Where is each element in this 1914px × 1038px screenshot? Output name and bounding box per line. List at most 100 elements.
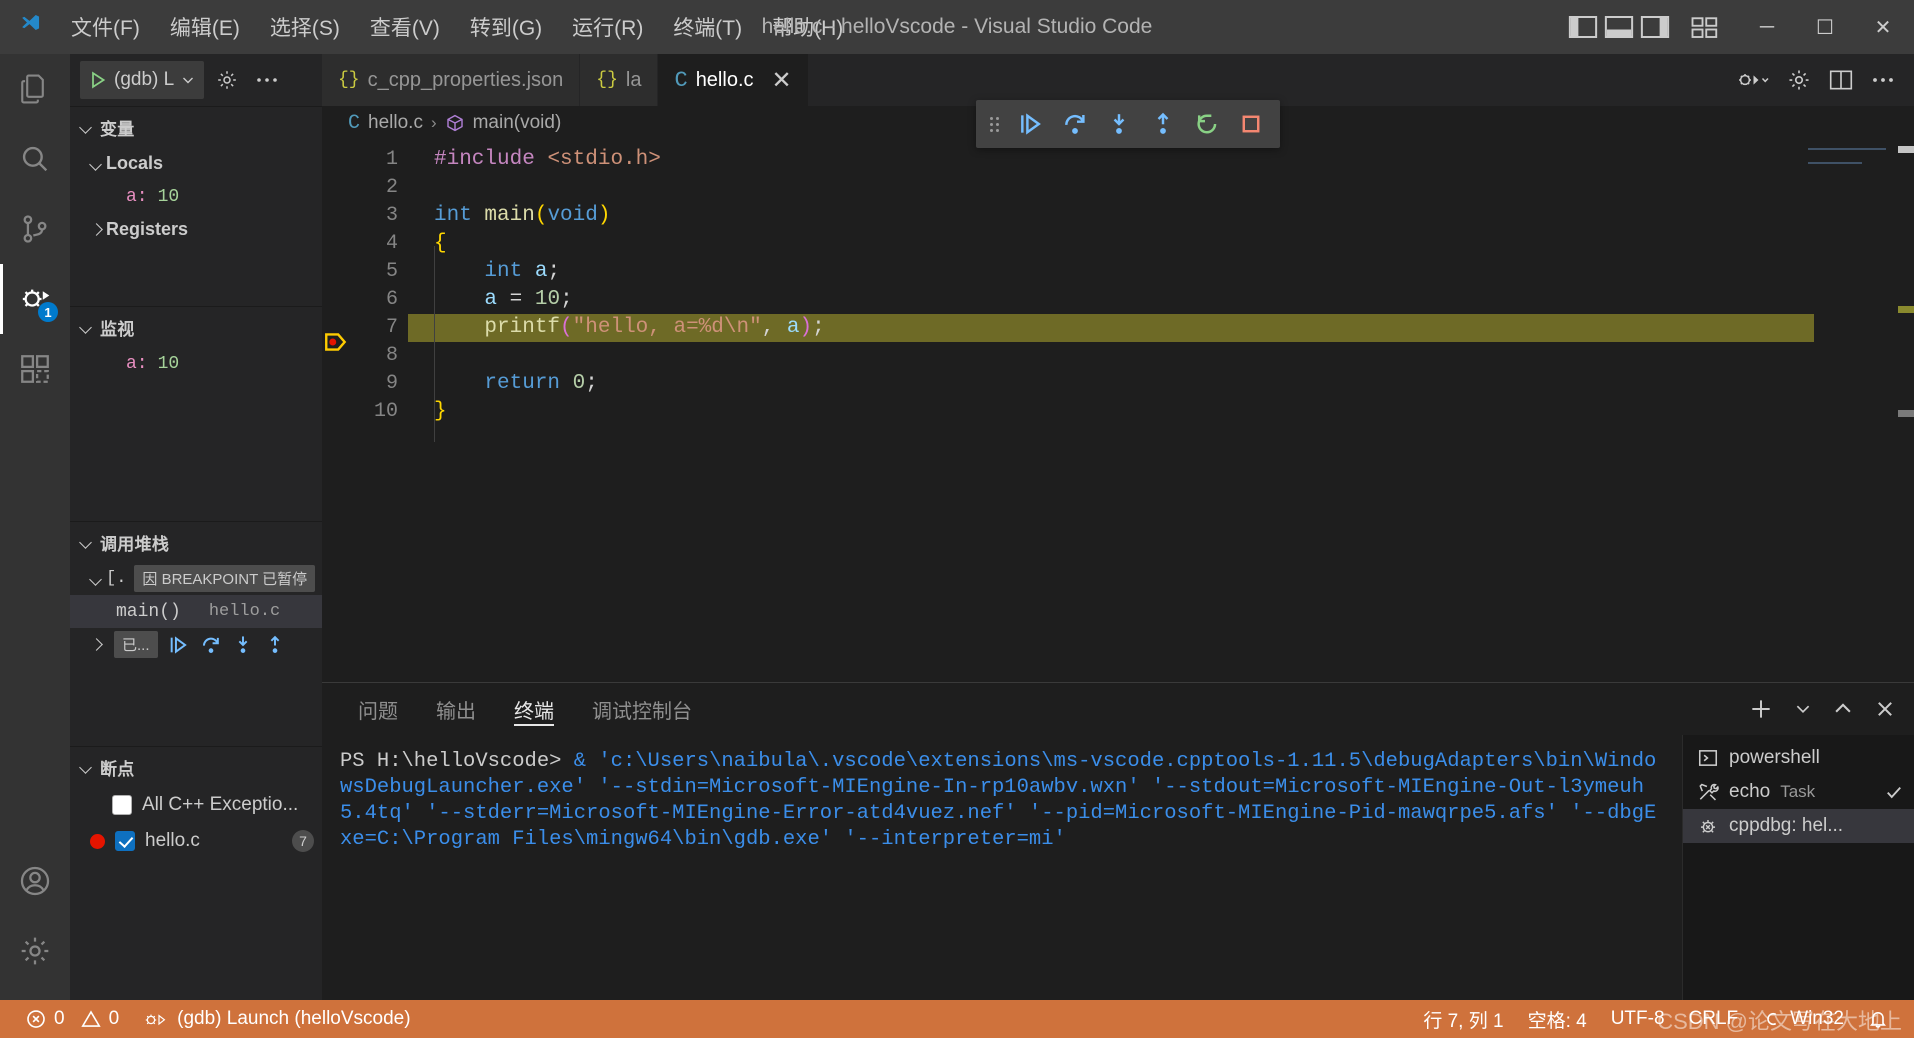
breakpoint-checkbox[interactable] [112, 795, 132, 815]
maximize-panel-icon[interactable] [1832, 698, 1854, 720]
drag-handle-icon[interactable] [990, 113, 1002, 135]
menu-view[interactable]: 查看(V) [355, 6, 455, 48]
watch-pane-header[interactable]: 监视 [70, 307, 322, 347]
close-icon[interactable]: ✕ [772, 66, 792, 95]
debug-more-actions-button[interactable] [250, 63, 284, 97]
terminal-item-echo[interactable]: echo Task [1683, 775, 1914, 809]
tab-hello-c[interactable]: C hello.c ✕ [658, 54, 809, 106]
customize-layout-icon[interactable] [1690, 14, 1720, 40]
callstack-pane-header[interactable]: 调用堆栈 [70, 522, 322, 562]
status-indentation[interactable]: 空格: 4 [1516, 1000, 1599, 1038]
watch-item[interactable]: a: 10 [70, 347, 322, 380]
breakpoints-pane-header[interactable]: 断点 [70, 747, 322, 787]
terminal-output[interactable]: PS H:\helloVscode> & 'c:\Users\naibula\.… [322, 735, 1682, 1000]
open-launch-json-button[interactable] [210, 63, 244, 97]
activity-search[interactable] [0, 124, 70, 194]
status-encoding[interactable]: UTF-8 [1599, 1000, 1677, 1038]
tab-debug-console[interactable]: 调试控制台 [592, 683, 692, 735]
panel-actions [1748, 696, 1914, 722]
terminal-item-cppdbg[interactable]: cppdbg: hel... [1683, 809, 1914, 843]
status-cursor-position[interactable]: 行 7, 列 1 [1411, 1000, 1515, 1038]
panel-tabs: 问题 输出 终端 调试控制台 [322, 683, 1914, 735]
editor-vertical-scrollbar[interactable] [1898, 140, 1914, 682]
menu-file[interactable]: 文件(F) [56, 6, 155, 48]
window-close-button[interactable]: ✕ [1854, 0, 1912, 54]
menu-run[interactable]: 运行(R) [557, 6, 658, 48]
debug-step-over-button[interactable] [1060, 109, 1090, 139]
new-terminal-icon[interactable] [1748, 696, 1774, 722]
line-number: 10 [373, 400, 398, 423]
activity-extensions[interactable] [0, 334, 70, 404]
split-editor-icon[interactable] [1828, 67, 1854, 93]
debug-continue-button[interactable] [1016, 109, 1046, 139]
settings-icon[interactable] [1786, 67, 1812, 93]
variable-name: a: [126, 186, 148, 207]
run-or-debug-icon[interactable] [1736, 67, 1770, 93]
frame-file: hello.c [208, 602, 281, 621]
variables-pane-header[interactable]: 变量 [70, 107, 322, 147]
activity-run-and-debug[interactable]: 1 [0, 264, 70, 334]
breadcrumb-file[interactable]: hello.c [368, 112, 423, 134]
group-label: Locals [106, 153, 164, 173]
debug-step-out-button[interactable] [1148, 109, 1178, 139]
menu-go[interactable]: 转到(G) [455, 6, 557, 48]
activity-settings[interactable] [0, 916, 70, 986]
activity-source-control[interactable] [0, 194, 70, 264]
status-debug-config[interactable]: (gdb) Launch (helloVscode) [131, 1000, 422, 1038]
chevron-down-icon[interactable] [1794, 700, 1812, 718]
breakpoint-checkbox[interactable] [115, 831, 135, 851]
activity-explorer[interactable] [0, 54, 70, 124]
account-icon [18, 864, 52, 898]
status-notifications[interactable] [1856, 1000, 1900, 1038]
launch-configuration-dropdown[interactable]: (gdb) L [80, 61, 205, 99]
debug-icon [1697, 815, 1719, 837]
toggle-panel-icon[interactable] [1604, 14, 1634, 40]
tab-launch-json[interactable]: {} la [580, 54, 659, 106]
chevron-down-icon [180, 72, 196, 88]
close-panel-icon[interactable] [1874, 698, 1896, 720]
variables-group-locals[interactable]: Locals [70, 147, 322, 180]
debug-stop-button[interactable] [1236, 109, 1266, 139]
window-maximize-button[interactable]: ☐ [1796, 0, 1854, 54]
menu-selection[interactable]: 选择(S) [255, 6, 355, 48]
menu-edit[interactable]: 编辑(E) [155, 6, 255, 48]
status-problems[interactable]: 0 0 [14, 1000, 131, 1038]
breakpoint-item-file[interactable]: hello.c 7 [70, 823, 322, 859]
callstack-thread2-row[interactable]: 已... [70, 628, 322, 661]
activity-accounts[interactable] [0, 846, 70, 916]
search-icon [18, 142, 52, 176]
step-over-icon[interactable] [200, 634, 222, 656]
menu-help[interactable]: 帮助(H) [757, 6, 858, 48]
warning-icon [80, 1009, 101, 1029]
debug-step-into-button[interactable] [1104, 109, 1134, 139]
step-into-icon[interactable] [232, 634, 254, 656]
symbol-icon [445, 113, 465, 133]
terminal-item-powershell[interactable]: powershell [1683, 741, 1914, 775]
step-out-icon[interactable] [264, 634, 286, 656]
debug-restart-button[interactable] [1192, 109, 1222, 139]
menu-terminal[interactable]: 终端(T) [658, 6, 757, 48]
tab-c-cpp-properties-json[interactable]: {} c_cpp_properties.json [322, 54, 581, 106]
more-actions-icon[interactable] [1870, 75, 1896, 85]
toggle-primary-sidebar-icon[interactable] [1568, 14, 1598, 40]
breakpoint-item-exceptions[interactable]: All C++ Exceptio... [70, 787, 322, 823]
vscode-logo-icon [0, 12, 56, 42]
status-language-mode[interactable]: Win32 [1750, 1000, 1856, 1038]
extensions-icon [18, 352, 52, 386]
variable-item[interactable]: a: 10 [70, 180, 322, 213]
tab-problems[interactable]: 问题 [358, 683, 398, 735]
code-editor[interactable]: 1 #include <stdio.h> 2 3 int main(void) [322, 140, 1914, 682]
tab-terminal[interactable]: 终端 [514, 683, 554, 735]
toggle-secondary-sidebar-icon[interactable] [1640, 14, 1670, 40]
callstack-thread-row[interactable]: [. 因 BREAKPOINT 已暂停 [70, 562, 322, 595]
thread-label: [. [106, 569, 127, 588]
tab-output[interactable]: 输出 [436, 683, 476, 735]
breadcrumb-symbol[interactable]: main(void) [473, 112, 562, 134]
files-icon [18, 72, 52, 106]
variables-group-registers[interactable]: Registers [70, 213, 322, 246]
callstack-frame-row[interactable]: main() hello.c [70, 595, 322, 628]
minimap[interactable] [1808, 148, 1898, 188]
status-eol[interactable]: CRLF [1677, 1000, 1751, 1038]
window-minimize-button[interactable]: ─ [1738, 0, 1796, 54]
continue-icon[interactable] [168, 634, 190, 656]
